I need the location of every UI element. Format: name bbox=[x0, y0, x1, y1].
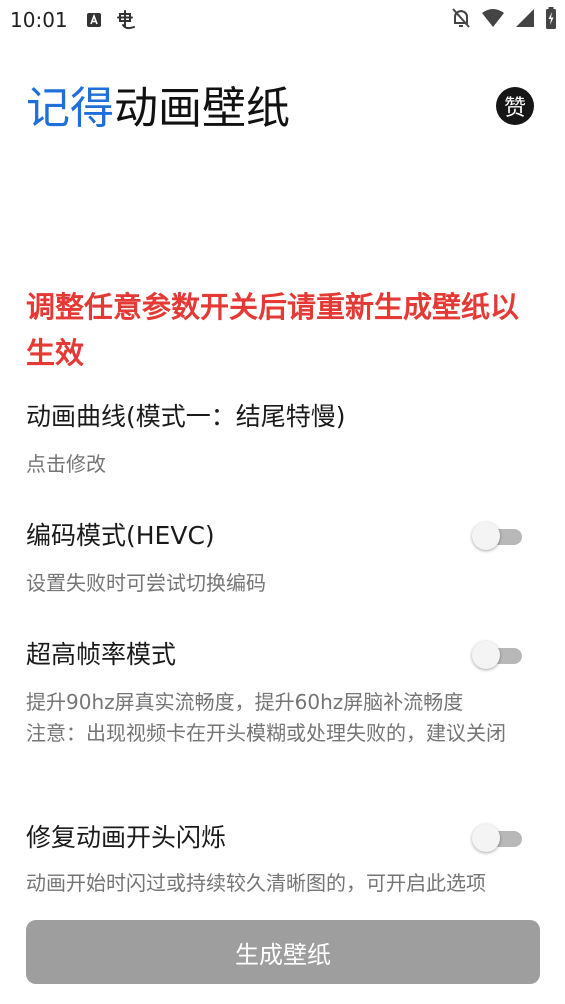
setting-summary: 提升90hz屏真实流畅度，提升60hz屏脑补流畅度 注意：出现视频卡在开头模糊或… bbox=[26, 687, 541, 749]
wifi-icon bbox=[481, 8, 505, 28]
hevc-switch[interactable] bbox=[472, 521, 524, 551]
setting-hevc-encoding[interactable]: 编码模式(HEVC) 设置失败时可尝试切换编码 bbox=[26, 520, 541, 599]
setting-high-frame-rate[interactable]: 超高帧率模式 提升90hz屏真实流畅度，提升60hz屏脑补流畅度 注意：出现视频… bbox=[26, 639, 541, 749]
signal-icon bbox=[515, 8, 535, 28]
status-right-icons bbox=[451, 7, 557, 29]
status-bar: 10:01 bbox=[0, 0, 565, 40]
setting-title: 动画曲线(模式一：结尾特慢) bbox=[26, 402, 346, 431]
chinese-char-icon bbox=[114, 8, 138, 32]
switch-thumb bbox=[472, 641, 500, 669]
summary-line: 注意：出现视频卡在开头模糊或处理失败的，建议关闭 bbox=[26, 721, 506, 745]
setting-title: 超高帧率模式 bbox=[26, 640, 177, 669]
setting-summary: 设置失败时可尝试切换编码 bbox=[26, 568, 541, 599]
app-title-brand: 记得 bbox=[26, 83, 114, 134]
summary-line: 点击修改 bbox=[26, 452, 106, 476]
setting-title: 编码模式(HEVC) bbox=[26, 521, 215, 550]
screen: 10:01 记得动画壁纸 赞 调整任意参数开关后请重新生成壁纸以生效 动画曲线(… bbox=[0, 0, 565, 1004]
app-title-rest: 动画壁纸 bbox=[114, 83, 290, 134]
high-frame-rate-switch[interactable] bbox=[472, 640, 524, 670]
text-a-icon bbox=[86, 12, 102, 28]
regenerate-warning: 调整任意参数开关后请重新生成壁纸以生效 bbox=[26, 290, 520, 370]
setting-title: 修复动画开头闪烁 bbox=[26, 823, 227, 852]
bell-off-icon bbox=[451, 7, 471, 29]
like-button[interactable]: 赞 bbox=[496, 87, 534, 125]
battery-charging-icon bbox=[545, 7, 557, 29]
status-left-icons bbox=[86, 8, 138, 32]
switch-thumb bbox=[472, 522, 500, 550]
switch-thumb bbox=[472, 824, 500, 852]
status-time: 10:01 bbox=[10, 8, 68, 32]
setting-summary: 点击修改 bbox=[26, 449, 541, 480]
summary-line: 提升90hz屏真实流畅度，提升60hz屏脑补流畅度 bbox=[26, 690, 464, 714]
summary-line: 设置失败时可尝试切换编码 bbox=[26, 571, 266, 595]
summary-line: 动画开始时闪过或持续较久清晰图的，可开启此选项 bbox=[26, 871, 486, 895]
generate-wallpaper-button[interactable]: 生成壁纸 bbox=[26, 920, 540, 984]
app-title: 记得动画壁纸 bbox=[26, 80, 290, 138]
setting-fix-start-flicker[interactable]: 修复动画开头闪烁 动画开始时闪过或持续较久清晰图的，可开启此选项 bbox=[26, 822, 541, 899]
fix-flicker-switch[interactable] bbox=[472, 823, 524, 853]
setting-summary: 动画开始时闪过或持续较久清晰图的，可开启此选项 bbox=[26, 868, 541, 899]
setting-animation-curve[interactable]: 动画曲线(模式一：结尾特慢) 点击修改 bbox=[26, 401, 541, 480]
